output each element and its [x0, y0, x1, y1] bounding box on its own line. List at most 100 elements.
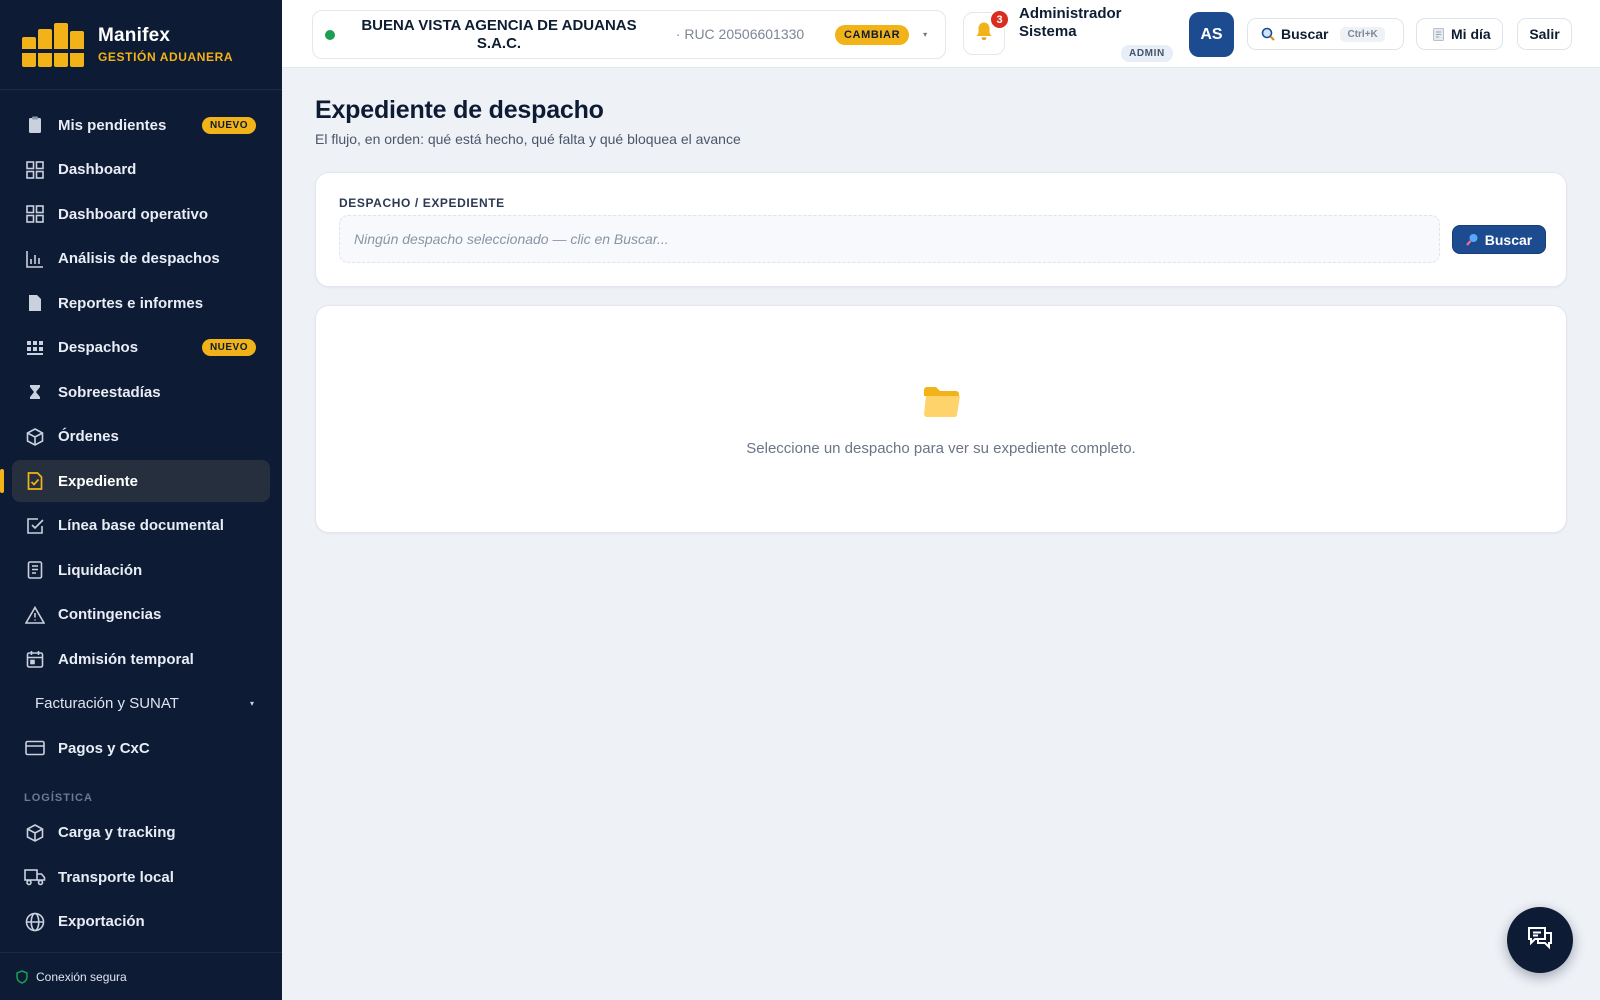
sidebar-group-facturacion[interactable]: Facturación y SUNAT ▾	[12, 683, 270, 725]
sidebar-item-label: Contingencias	[58, 606, 162, 623]
sidebar-item-exportacion[interactable]: Exportación	[12, 901, 270, 943]
hourglass-icon	[24, 381, 46, 403]
manifex-logo	[20, 19, 86, 71]
chat-icon	[1526, 925, 1554, 956]
global-search-label: Buscar	[1281, 26, 1329, 42]
my-day-label: Mi día	[1451, 26, 1491, 42]
sidebar-nav: Mis pendientes NUEVO Dashboard Dashboard…	[0, 90, 282, 943]
agency-selector[interactable]: BUENA VISTA AGENCIA DE ADUANAS S.A.C. · …	[312, 10, 946, 59]
user-info: Administrador Sistema ADMIN	[1019, 5, 1179, 62]
box-icon	[24, 426, 46, 448]
page-title: Expediente de despacho	[315, 96, 604, 124]
magnifier-icon	[1465, 233, 1479, 246]
sidebar-item-label: Carga y tracking	[58, 824, 176, 841]
dispatch-field-label: DESPACHO / EXPEDIENTE	[339, 196, 505, 210]
change-agency-button[interactable]: CAMBIAR	[835, 24, 910, 45]
dispatch-search-card: DESPACHO / EXPEDIENTE Ningún despacho se…	[315, 172, 1567, 287]
sidebar-item-linea-base[interactable]: Línea base documental	[12, 505, 270, 547]
sidebar-item-pagos[interactable]: Pagos y CxC	[12, 727, 270, 769]
avatar[interactable]: AS	[1189, 12, 1234, 57]
sidebar-item-label: Expediente	[58, 472, 139, 490]
bar-chart-icon	[24, 248, 46, 270]
sidebar-item-mis-pendientes[interactable]: Mis pendientes NUEVO	[12, 104, 270, 146]
sidebar-item-label: Mis pendientes	[58, 116, 167, 134]
chat-button[interactable]	[1507, 907, 1573, 973]
dispatch-field[interactable]: Ningún despacho seleccionado — clic en B…	[339, 215, 1440, 263]
my-day-button[interactable]: Mi día	[1416, 18, 1503, 50]
notifications-count-badge: 3	[989, 9, 1010, 30]
sidebar-item-despachos[interactable]: Despachos NUEVO	[12, 327, 270, 369]
sidebar-item-analisis-despachos[interactable]: Análisis de despachos	[12, 238, 270, 280]
sidebar-item-sobreestadias[interactable]: Sobreestadías	[12, 371, 270, 413]
sidebar-section-logistica: LOGÍSTICA	[24, 791, 93, 804]
sidebar-item-admision-temporal[interactable]: Admisión temporal	[12, 638, 270, 680]
chevron-down-icon: ▾	[249, 699, 254, 708]
sidebar-item-label: Admisión temporal	[58, 650, 194, 668]
sidebar-item-label: Transporte local	[58, 868, 174, 886]
grid-icon	[24, 159, 46, 181]
agency-name: BUENA VISTA AGENCIA DE ADUANAS S.A.C.	[361, 16, 637, 52]
sidebar-item-label: Liquidación	[58, 561, 143, 579]
secure-connection-status: Conexión segura	[0, 952, 282, 1000]
sidebar-item-contingencias[interactable]: Contingencias	[12, 594, 270, 636]
empty-state-card: Seleccione un despacho para ver su exped…	[315, 305, 1567, 533]
sidebar-item-carga-tracking[interactable]: Carga y tracking	[12, 812, 270, 854]
sidebar-item-label: Órdenes	[58, 428, 119, 445]
truck-icon	[24, 866, 46, 888]
globe-icon	[24, 911, 46, 933]
page-subtitle: El flujo, en orden: qué está hecho, qué …	[315, 131, 741, 147]
credit-card-icon	[24, 737, 46, 759]
new-badge: NUEVO	[201, 116, 256, 134]
sidebar-item-label: Despachos	[58, 339, 139, 356]
search-dispatch-label: Buscar	[1484, 231, 1533, 248]
sidebar-item-label: Exportación	[58, 913, 145, 930]
search-icon	[1261, 27, 1275, 41]
sidebar-item-reportes[interactable]: Reportes e informes	[12, 282, 270, 324]
sidebar-group-label: Facturación y SUNAT	[35, 695, 179, 712]
box-icon	[24, 822, 46, 844]
notifications-button[interactable]: 3	[963, 9, 1010, 55]
sidebar-item-expediente[interactable]: Expediente	[0, 460, 270, 502]
brand-subtitle: GESTIÓN ADUANERA	[98, 50, 234, 64]
sidebar-item-liquidacion[interactable]: Liquidación	[12, 549, 270, 591]
empty-state-message: Seleccione un despacho para ver su exped…	[746, 440, 1136, 457]
clipboard-icon	[24, 114, 46, 136]
user-name: Administrador Sistema	[1019, 5, 1122, 40]
sidebar-item-label: Pagos y CxC	[58, 739, 150, 757]
sidebar-item-dashboard[interactable]: Dashboard	[12, 149, 270, 191]
sidebar-item-label: Análisis de despachos	[58, 250, 220, 267]
brand-name: Manifex	[98, 25, 171, 46]
sidebar-item-transporte-local[interactable]: Transporte local	[12, 856, 270, 898]
sidebar-item-label: Dashboard	[58, 161, 137, 178]
status-dot	[325, 29, 335, 40]
search-shortcut-hint: Ctrl+K	[1340, 26, 1385, 42]
document-icon	[24, 292, 46, 314]
logout-button[interactable]: Salir	[1517, 18, 1572, 50]
sidebar: Manifex GESTIÓN ADUANERA Mis pendientes …	[0, 0, 282, 1000]
secure-connection-label: Conexión segura	[36, 969, 127, 984]
containers-icon	[24, 337, 46, 359]
topbar: BUENA VISTA AGENCIA DE ADUANAS S.A.C. · …	[282, 0, 1600, 68]
brand[interactable]: Manifex GESTIÓN ADUANERA	[0, 0, 282, 90]
shield-icon	[16, 969, 28, 984]
checkbox-icon	[24, 515, 46, 537]
file-check-icon	[24, 470, 46, 492]
sidebar-item-ordenes[interactable]: Órdenes	[12, 416, 270, 458]
main-content: Expediente de despacho El flujo, en orde…	[315, 96, 1567, 533]
chevron-down-icon: ▾	[923, 30, 928, 39]
sidebar-item-label: Reportes e informes	[58, 294, 204, 312]
new-badge: NUEVO	[201, 339, 256, 356]
grid-icon	[24, 203, 46, 225]
folder-icon	[923, 386, 961, 423]
notepad-icon	[1433, 27, 1444, 41]
sidebar-item-dashboard-operativo[interactable]: Dashboard operativo	[12, 193, 270, 235]
sidebar-item-label: Dashboard operativo	[58, 205, 209, 223]
sidebar-item-label: Línea base documental	[58, 517, 224, 534]
search-dispatch-button[interactable]: Buscar	[1452, 225, 1546, 254]
agency-ruc: · RUC 20506601330	[675, 26, 805, 42]
global-search-button[interactable]: Buscar Ctrl+K	[1247, 18, 1404, 50]
calendar-icon	[24, 648, 46, 670]
user-role-badge: ADMIN	[1121, 45, 1173, 62]
sidebar-item-label: Sobreestadías	[58, 383, 161, 401]
receipt-icon	[24, 559, 46, 581]
